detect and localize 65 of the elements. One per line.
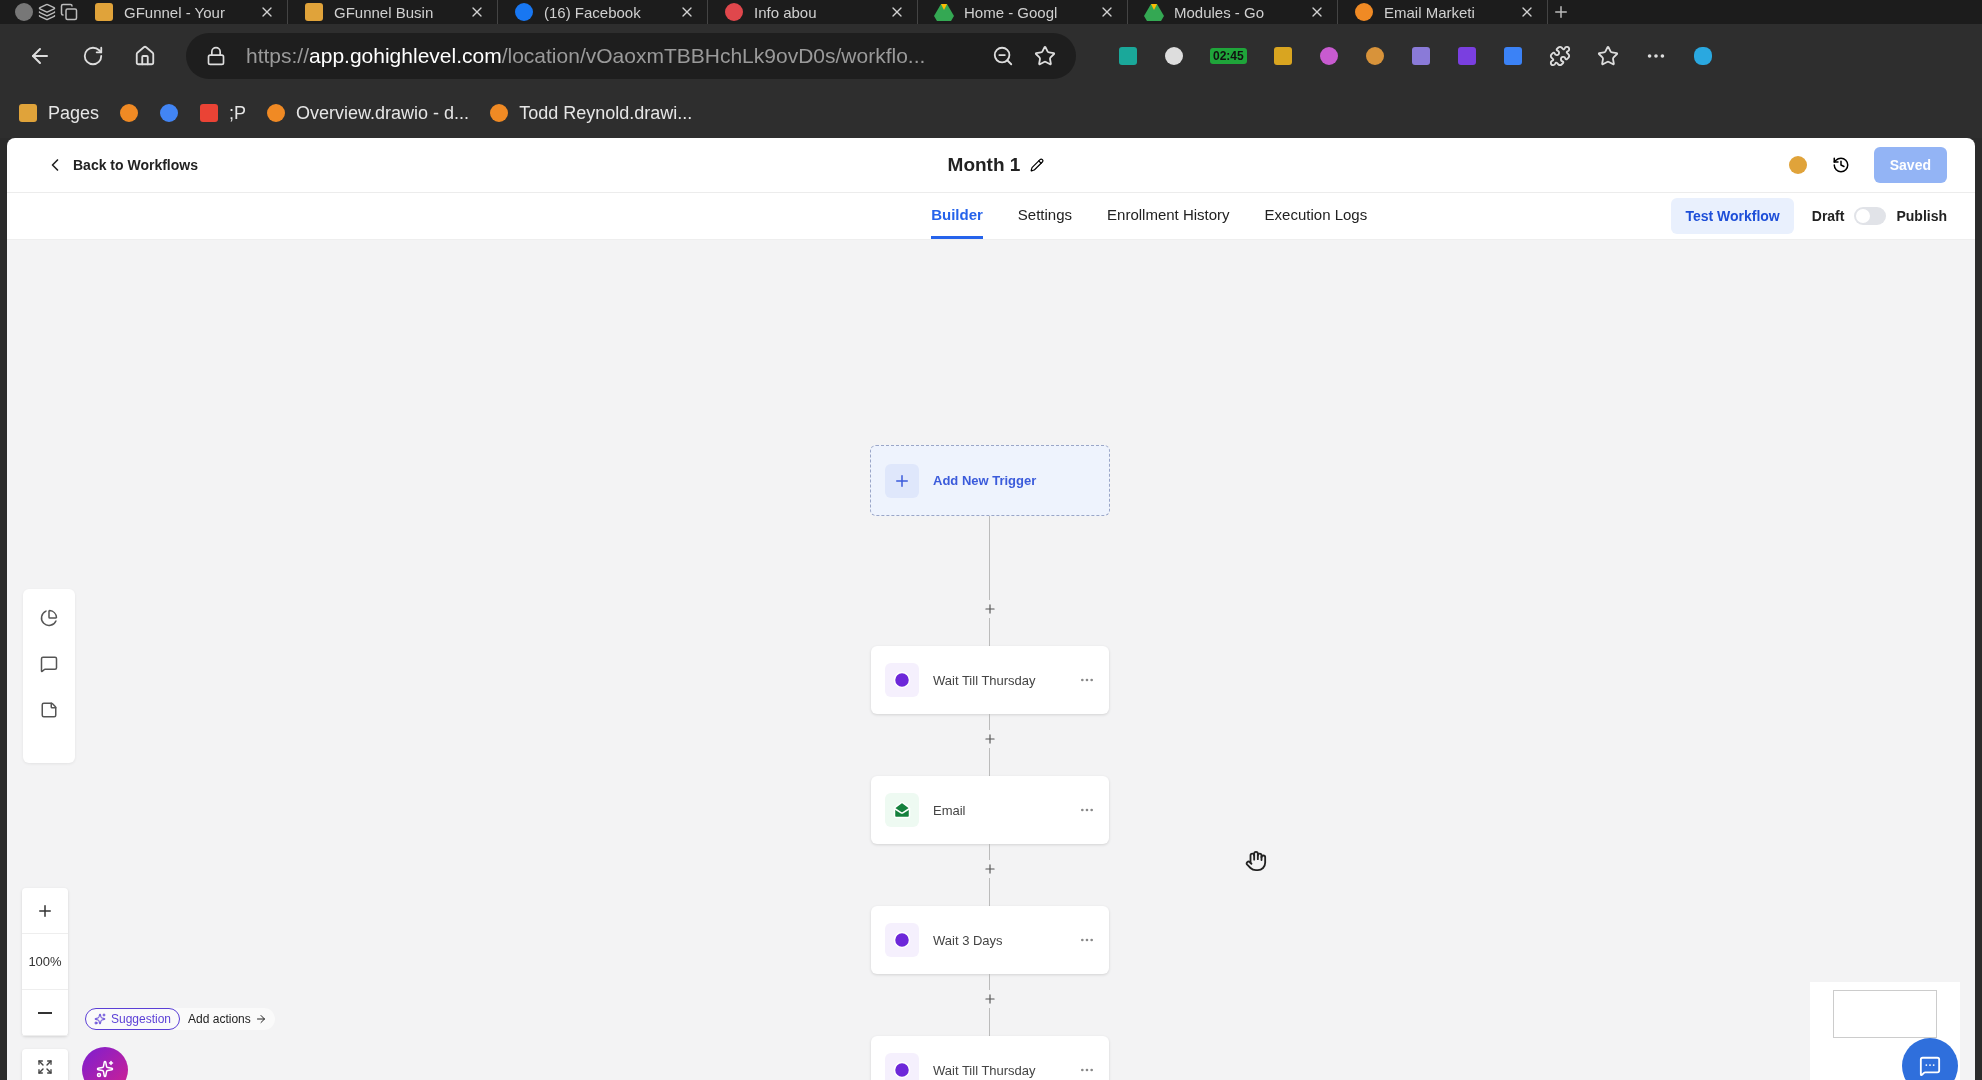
step-label: Wait 3 Days	[933, 932, 1004, 948]
toggle-label: Publish	[1896, 208, 1947, 224]
bookmark-link[interactable]: Todd Reynold.drawi...	[519, 102, 693, 124]
new-tab-icon[interactable]	[1552, 3, 1570, 21]
zoom-out-icon[interactable]	[992, 45, 1014, 67]
minus-icon	[38, 1011, 52, 1014]
add-trigger-button[interactable]: Add New Trigger	[870, 445, 1110, 516]
expand-icon	[37, 1059, 53, 1075]
extension-icon	[1272, 46, 1293, 66]
workflow-step-card[interactable]: Wait Till Thursday	[871, 1036, 1109, 1080]
pie-chart-icon[interactable]	[40, 609, 58, 627]
nav-tab[interactable]: Execution Logs	[1264, 193, 1368, 239]
toggle-label: Draft	[1811, 208, 1845, 224]
reload-icon[interactable]	[82, 45, 104, 67]
timer-badge[interactable]: 02:45	[1210, 48, 1247, 64]
edit-icon[interactable]	[1030, 158, 1045, 172]
nav-tab[interactable]: Enrollment History	[1107, 193, 1230, 239]
workspaces-icon[interactable]	[38, 3, 56, 21]
step-label: Email	[933, 802, 967, 818]
bookmark-link[interactable]: ;P	[229, 102, 247, 124]
lock-icon	[206, 46, 226, 66]
home-icon[interactable]	[134, 45, 156, 67]
drive-logo-icon	[1144, 3, 1164, 21]
workflow-step-card[interactable]: Wait 3 Days	[871, 906, 1109, 974]
ai-assistant-button[interactable]	[82, 1047, 128, 1080]
favorite-star-icon[interactable]	[1034, 45, 1056, 67]
plus-icon	[983, 602, 997, 616]
tab-actions-icon[interactable]	[60, 3, 78, 21]
workflow-step-card[interactable]: Wait Till Thursday	[871, 646, 1109, 714]
extension-icon	[1410, 46, 1431, 66]
note-icon[interactable]	[40, 701, 58, 719]
url-text: https://app.gohighlevel.com/location/vOaoxmTBBHchLk9ovD0s/workflo...	[246, 44, 927, 68]
bookmark-link[interactable]: Overview.drawio - d...	[296, 102, 470, 124]
workflow-title: Month 1	[947, 154, 1021, 176]
test-workflow-button[interactable]: Test Workflow	[1671, 198, 1794, 234]
plus-icon	[983, 732, 997, 746]
hand-cursor-icon	[1245, 850, 1267, 872]
extension-icon	[1164, 46, 1184, 66]
step-label: Wait Till Thursday	[933, 672, 1037, 688]
workflow-step-card[interactable]: Email	[871, 776, 1109, 844]
chat-icon	[1919, 1055, 1941, 1077]
back-link[interactable]: Back to Workflows	[45, 155, 345, 175]
extension-icon	[1318, 46, 1339, 66]
drive-logo-icon	[934, 3, 954, 21]
address-bar[interactable]: https://app.gohighlevel.com/location/vOaoxmTBBHchLk9ovD0s/workflo...	[186, 33, 1076, 79]
fit-view-button[interactable]	[22, 1049, 68, 1080]
mail-icon	[885, 793, 919, 827]
arrow-right-icon	[254, 1013, 267, 1025]
publish-toggle[interactable]	[1854, 207, 1887, 225]
sparkles-icon	[96, 1060, 114, 1078]
profile-avatar-icon	[14, 2, 34, 22]
nav-tab[interactable]: Settings	[1017, 193, 1073, 239]
zoom-level: 100%	[22, 934, 68, 990]
favorites-icon[interactable]	[1596, 45, 1619, 67]
comment-icon[interactable]	[40, 655, 58, 673]
suggestion-label: Suggestion	[111, 1012, 172, 1026]
plus-icon	[983, 862, 997, 876]
history-icon[interactable]	[1831, 156, 1850, 174]
sparkles-icon	[94, 1013, 106, 1025]
extension-icon	[1118, 46, 1138, 66]
extensions-icon[interactable]	[1548, 45, 1571, 67]
add-actions-link[interactable]: Add actions	[188, 1012, 267, 1026]
step-label: Wait Till Thursday	[933, 1062, 1037, 1078]
bookmark-link[interactable]: Pages	[48, 102, 100, 124]
plus-icon	[983, 992, 997, 1006]
